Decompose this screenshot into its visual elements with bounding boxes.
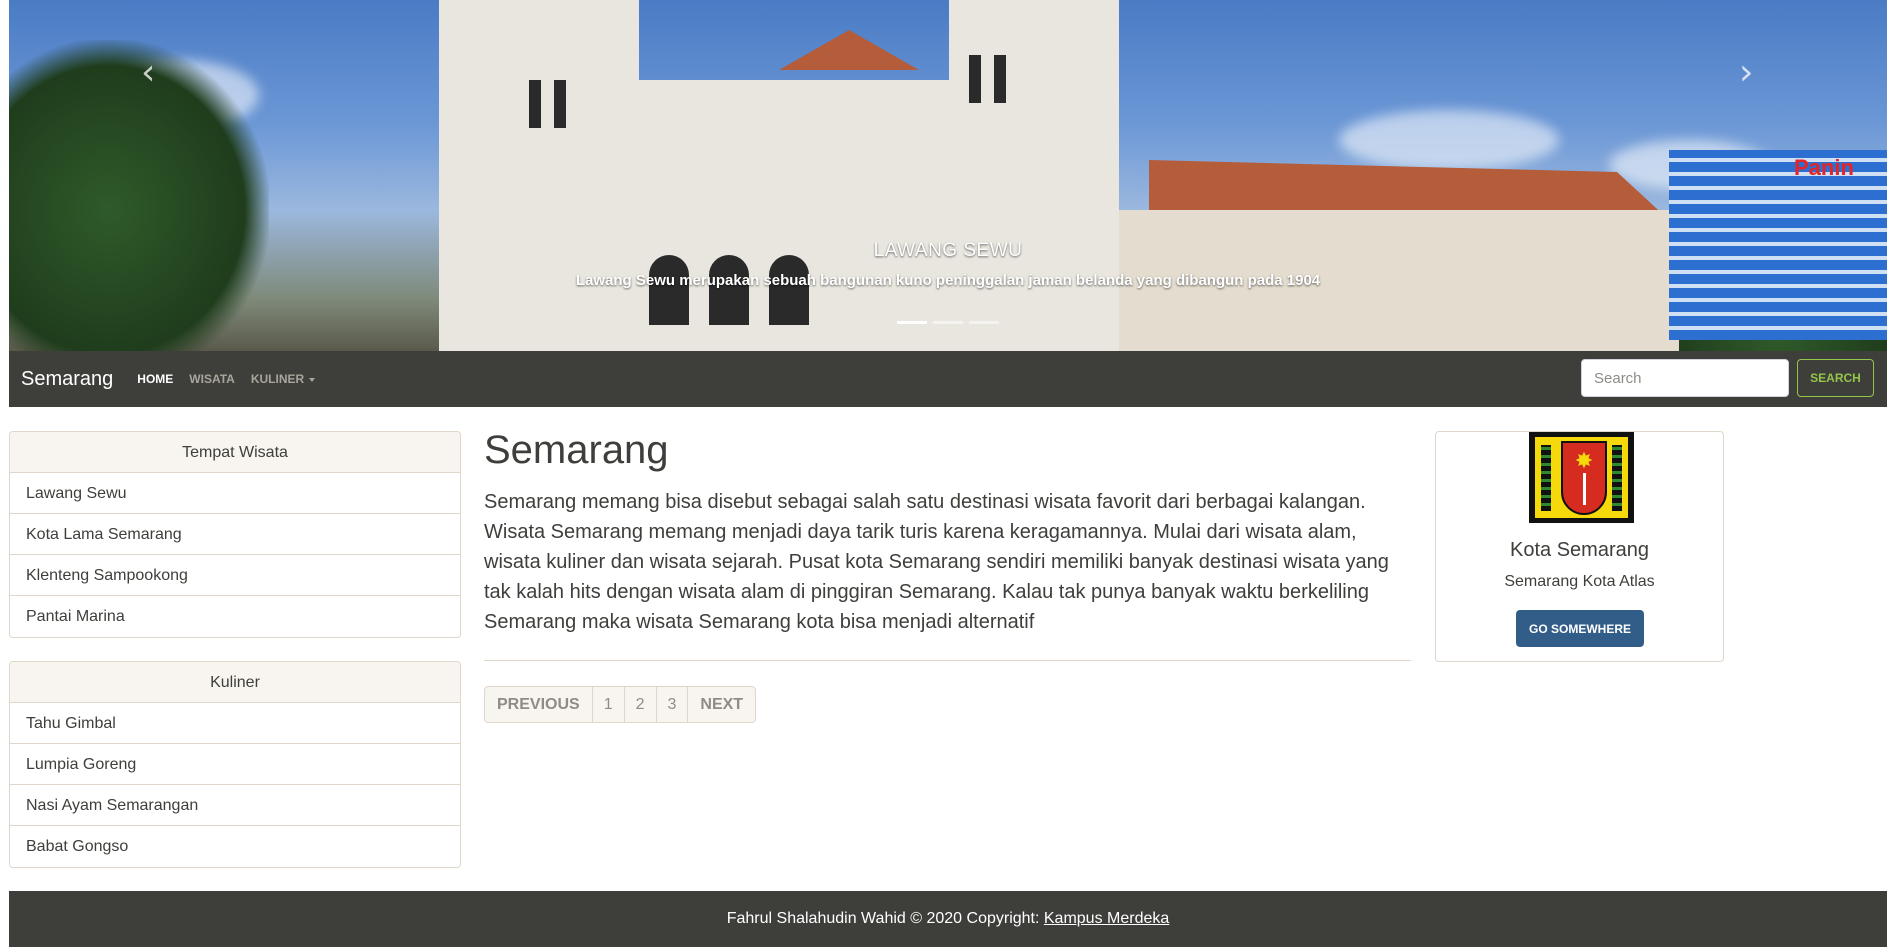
city-emblem-icon: ✸: [1529, 432, 1634, 523]
go-somewhere-button[interactable]: GO SOMEWHERE: [1516, 610, 1644, 647]
navbar-brand[interactable]: Semarang: [21, 368, 113, 391]
kuliner-list-header: Kuliner: [10, 662, 460, 703]
carousel-next-icon[interactable]: ›: [1739, 52, 1753, 93]
wisata-list-header: Tempat Wisata: [10, 432, 460, 473]
pagination-page-2[interactable]: 2: [625, 687, 657, 722]
window-decoration: [554, 80, 566, 128]
emblem-background: ✸: [1535, 437, 1628, 518]
list-item[interactable]: Babat Gongso: [10, 826, 460, 867]
intro-paragraph: Semarang memang bisa disebut sebagai sal…: [484, 491, 1389, 633]
window-decoration: [529, 80, 541, 128]
search-input[interactable]: [1581, 359, 1789, 397]
pagination: PREVIOUS 1 2 3 NEXT: [484, 686, 757, 723]
city-card: ✸ Kota Semarang Semarang Kota Atlas GO S…: [1435, 431, 1724, 662]
page-title: Semarang: [484, 428, 669, 472]
nav-link-home[interactable]: HOME: [137, 372, 173, 386]
window-decoration: [969, 55, 981, 103]
cloud-decoration: [1339, 110, 1559, 170]
list-item[interactable]: Klenteng Sampookong: [10, 555, 460, 596]
window-decoration: [769, 255, 809, 325]
banner-sign-text: Panin: [1794, 155, 1854, 180]
list-item[interactable]: Nasi Ayam Semarangan: [10, 785, 460, 826]
tree-decoration: [9, 40, 269, 351]
list-item[interactable]: Tahu Gimbal: [10, 703, 460, 744]
caret-down-icon: [309, 377, 316, 382]
window-decoration: [649, 255, 689, 325]
carousel-indicator[interactable]: [969, 321, 999, 324]
footer-text: Fahrul Shalahudin Wahid © 2020 Copyright…: [726, 910, 1044, 927]
nav-link-kuliner-label: KULINER: [250, 372, 305, 386]
pagination-page-1[interactable]: 1: [593, 687, 625, 722]
carousel-indicator[interactable]: [897, 321, 927, 324]
card-title: Kota Semarang: [1510, 539, 1649, 561]
list-item[interactable]: Lawang Sewu: [10, 473, 460, 514]
search-button[interactable]: SEARCH: [1797, 359, 1874, 397]
emblem-side-bar: [1612, 445, 1622, 511]
carousel-caption-text: Lawang Sewu merupakan sebuah bangunan ku…: [575, 272, 1321, 289]
pagination-previous[interactable]: PREVIOUS: [485, 687, 593, 722]
emblem-side-bar: [1541, 445, 1551, 511]
pagination-next[interactable]: NEXT: [688, 687, 755, 722]
window-decoration: [709, 255, 749, 325]
hero-carousel: Panin ‹ › LAWANG SEWU Lawang Sewu merupa…: [9, 0, 1887, 351]
footer: Fahrul Shalahudin Wahid © 2020 Copyright…: [9, 891, 1887, 947]
top-navbar: Semarang HOME WISATA KULINER SEARCH: [9, 351, 1887, 407]
nav-link-kuliner[interactable]: KULINER: [250, 372, 316, 386]
window-decoration: [994, 55, 1006, 103]
kuliner-list-card: Kuliner Tahu Gimbal Lumpia Goreng Nasi A…: [9, 661, 461, 868]
carousel-caption-title: LAWANG SEWU: [873, 240, 1023, 261]
card-text: Semarang Kota Atlas: [1504, 573, 1655, 590]
list-item[interactable]: Kota Lama Semarang: [10, 514, 460, 555]
nav-link-wisata[interactable]: WISATA: [189, 372, 235, 386]
star-icon: ✸: [1574, 449, 1594, 474]
emblem-shield: ✸: [1561, 441, 1607, 515]
divider: [484, 660, 1411, 661]
emblem-tugu: [1583, 473, 1586, 505]
carousel-prev-icon[interactable]: ‹: [141, 52, 155, 93]
roof-decoration: [779, 30, 919, 70]
carousel-indicator[interactable]: [933, 321, 963, 324]
list-item[interactable]: Lumpia Goreng: [10, 744, 460, 785]
footer-link[interactable]: Kampus Merdeka: [1044, 910, 1169, 927]
carousel-indicators: [9, 321, 1887, 324]
list-item[interactable]: Pantai Marina: [10, 596, 460, 637]
building-tower-right: [949, 0, 1119, 351]
pagination-page-3[interactable]: 3: [657, 687, 689, 722]
wisata-list-card: Tempat Wisata Lawang Sewu Kota Lama Sema…: [9, 431, 461, 638]
